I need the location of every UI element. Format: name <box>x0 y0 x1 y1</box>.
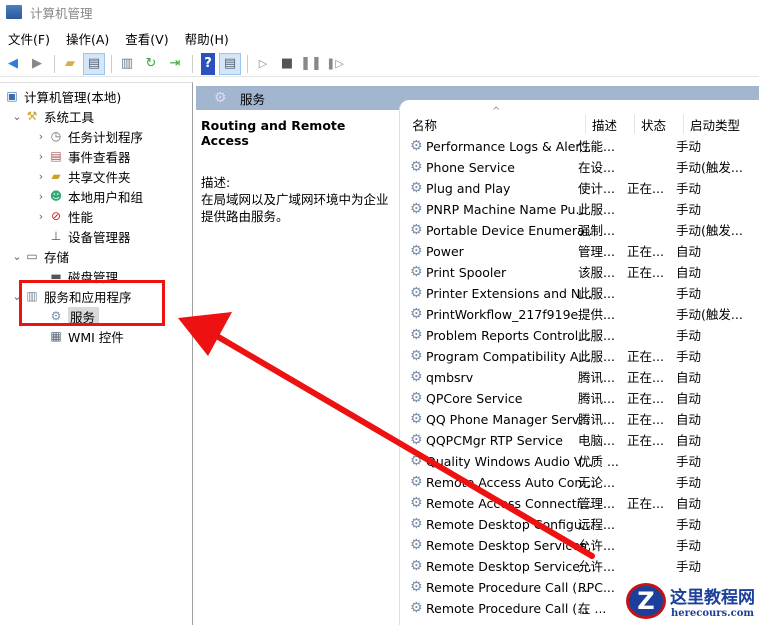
watermark-logo-icon: Z <box>626 583 666 619</box>
watermark-url: herecours.com <box>670 608 754 619</box>
watermark-title: 这里教程网 <box>670 588 755 608</box>
annotation-arrow <box>178 312 595 559</box>
watermark: Z 这里教程网 herecours.com <box>626 583 755 619</box>
